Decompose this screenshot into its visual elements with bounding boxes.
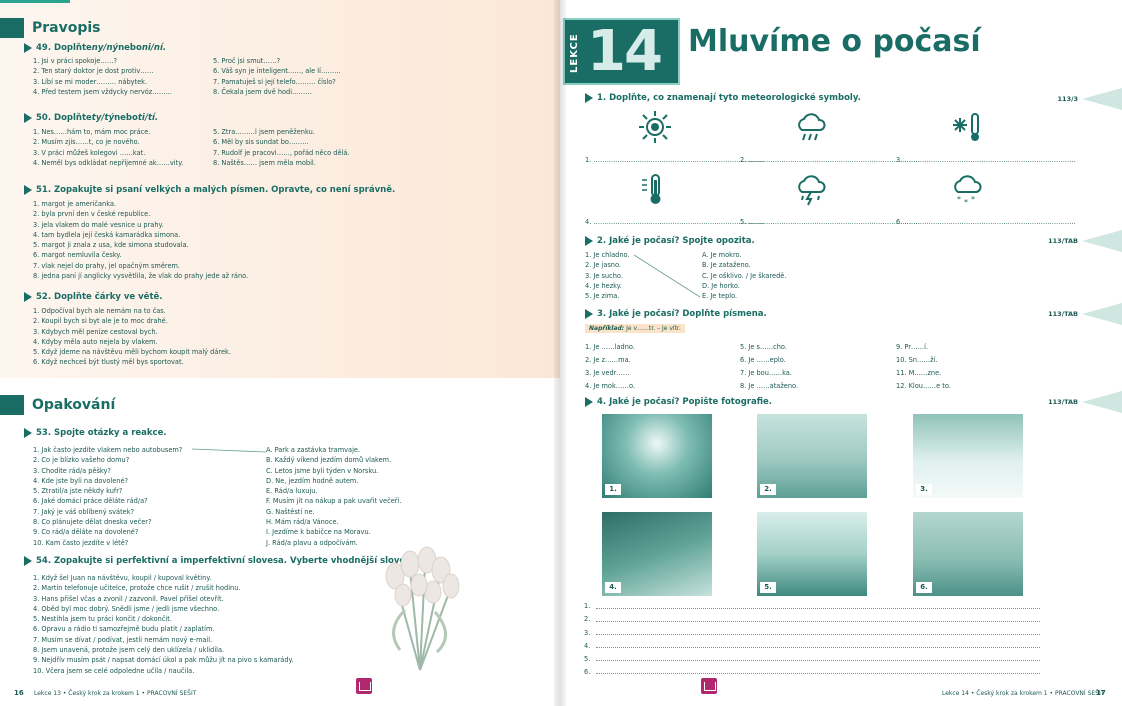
frost-thermometer-icon (953, 113, 979, 141)
photo-3: 3. (913, 414, 1023, 498)
task-50-col2: 5. Ztra………l jsem peněženku. 6. Měl by sis… (213, 128, 350, 167)
task-3-example: Například: Je v……tr. – Je vítr. (585, 324, 685, 333)
task-arrow-icon (24, 428, 32, 438)
task-2-label: 2. Jaké je počasí? Spojte opozita. (585, 236, 755, 246)
task-53-label: 53. Spojte otázky a reakce. (24, 428, 167, 438)
example-connector-line (191, 448, 267, 453)
task-54-label: 54. Zopakujte si perfektivní a imperfekt… (24, 556, 419, 566)
task-4-lines: 1. 2. 3. 4. 5. 6. (584, 602, 591, 677)
task-3-col1: 1. Je ……ladno. 2. Je z……ma. 3. Je vedr…… 4.… (585, 343, 635, 390)
answer-line-4[interactable]: 4. …………………………………………………………………… (585, 218, 765, 226)
task-2-reference: 113/TAB (1048, 230, 1122, 252)
task-50-col1: 1. Nes……hám to, mám moc práce. 2. Musím z… (33, 128, 184, 167)
svg-text:*: * (957, 195, 961, 204)
write-line-3[interactable] (596, 634, 1040, 635)
task-arrow-icon (585, 309, 593, 319)
task-3-reference: 113/TAB (1048, 303, 1122, 325)
task-4-label: 4. Jaké je počasí? Popište fotografie. (585, 397, 772, 407)
left-footer: Lekce 13 • Český krok za krokem 1 • PRAC… (34, 690, 197, 697)
task-49-col1: 1. Jsi v práci spokoje……? 2. Ten starý do… (33, 57, 173, 96)
task-3-col2: 5. Je s……cho. 6. Je ……eplo. 7. Je bou……ka.… (740, 343, 799, 390)
answer-line-6[interactable]: 6. …………………………………………………………………… (896, 218, 1076, 226)
task-53-answers: A. Park a zastávka tramvaje. B. Každý vík… (266, 446, 402, 547)
task-51-label: 51. Zopakujte si psaní velkých a malých … (24, 185, 395, 195)
right-footer: Lekce 14 • Český krok za krokem 1 • PRAC… (942, 690, 1105, 697)
sun-icon (639, 111, 671, 143)
write-line-1[interactable] (596, 608, 1040, 609)
publisher-logo-icon (356, 678, 372, 694)
answer-line-3[interactable]: 3. …………………………………………………………………… (896, 156, 1076, 164)
task-54-list: 1. Když šel Juan na návštěvu, koupil / k… (33, 574, 294, 675)
book-spine-shadow (554, 0, 566, 706)
svg-text:*: * (964, 198, 968, 206)
task-arrow-icon (585, 93, 593, 103)
task-53-questions: 1. Jak často jezdíte vlakem nebo autobus… (33, 446, 183, 547)
answer-line-2[interactable]: 2. …………………………………………………………………… (740, 156, 920, 164)
task-50-label: 50. Doplňte ty/tý nebo ti/tí. (24, 113, 158, 123)
task-3-label: 3. Jaké je počasí? Doplňte písmena. (585, 309, 767, 319)
write-line-5[interactable] (596, 660, 1040, 661)
task-arrow-icon (24, 43, 32, 53)
task-2-col1: 1. Je chladno. 2. Je jasno. 3. Je sucho. 4.… (585, 251, 630, 301)
left-page-number: 16 (14, 689, 24, 697)
write-line-4[interactable] (596, 647, 1040, 648)
hot-thermometer-icon (642, 174, 661, 204)
task-arrow-icon (585, 236, 593, 246)
task-49-label: 49. Doplňte ny/ný nebo ni/ní. (24, 43, 166, 53)
publisher-logo-icon (701, 678, 717, 694)
write-line-6[interactable] (596, 673, 1040, 674)
photo-1: 1. (602, 414, 712, 498)
task-4-reference: 113/TAB (1048, 391, 1122, 413)
pravopis-heading: Pravopis (0, 18, 101, 38)
task-arrow-icon (24, 185, 32, 195)
answer-line-5[interactable]: 5. …………………………………………………………………… (740, 218, 920, 226)
photo-2: 2. (757, 414, 867, 498)
task-3-col3: 9. Pr……í. 10. Sn……ží. 11. M……zne. 12. Klou…… (896, 343, 951, 390)
chapter-title: Mluvíme o počasí (688, 24, 981, 59)
snow-cloud-icon: * * * (954, 175, 982, 206)
task-arrow-icon (585, 397, 593, 407)
task-2-col2: A. Je mokro. B. Je zataženo. C. Je ošklivo… (702, 251, 787, 301)
example-connector-line (633, 254, 701, 298)
task-1-label: 1. Doplňte, co znamenají tyto meteorolog… (585, 93, 861, 103)
right-page-number: 17 (1096, 689, 1106, 697)
task-arrow-icon (24, 292, 32, 302)
right-page: LEKCE 14 Mluvíme o počasí 1. Doplňte, co… (560, 0, 1122, 706)
answer-line-1[interactable]: 1. …………………………………………………………………… (585, 156, 765, 164)
task-arrow-icon (24, 113, 32, 123)
write-line-2[interactable] (596, 621, 1040, 622)
photo-6: 6. (913, 512, 1023, 596)
rain-cloud-icon (798, 113, 826, 141)
left-page: Pravopis 49. Doplňte ny/ný nebo ni/ní. 1… (0, 0, 560, 706)
lekce-badge: LEKCE 14 (563, 18, 680, 85)
task-arrow-icon (24, 556, 32, 566)
photo-4: 4. (602, 512, 712, 596)
storm-cloud-icon (798, 175, 826, 206)
opakovani-heading: Opakování (0, 395, 115, 415)
task-49-col2: 5. Proč jsi smut……? 6. Váš syn je intelig… (213, 57, 341, 96)
tulips-bouquet-image (385, 546, 460, 671)
task-52-list: 1. Odpočíval bych ale nemám na to čas. 2.… (33, 307, 231, 367)
task-1-reference: 113/3 (1058, 88, 1122, 110)
task-51-list: 1. margot je američanka. 2. byla první de… (33, 200, 249, 281)
photo-5: 5. (757, 512, 867, 596)
top-strip (0, 0, 70, 3)
task-52-label: 52. Doplňte čárky ve větě. (24, 292, 163, 302)
svg-text:*: * (971, 195, 975, 204)
